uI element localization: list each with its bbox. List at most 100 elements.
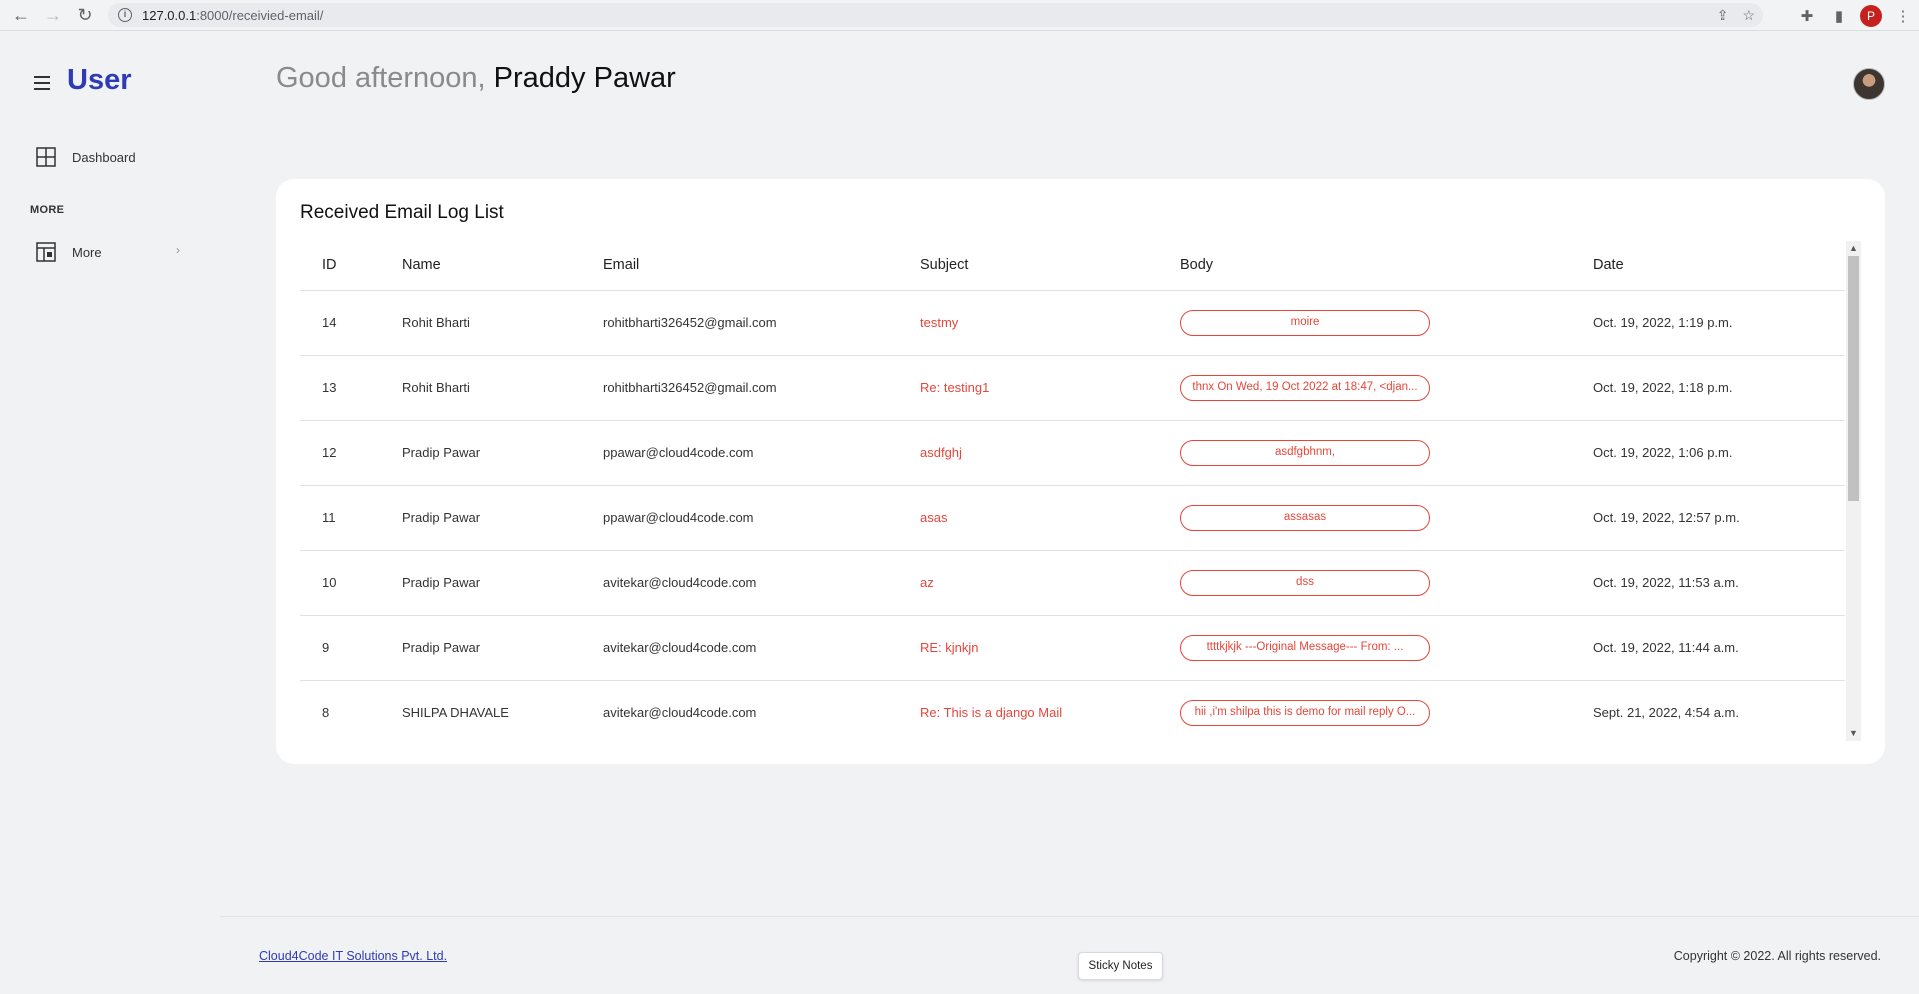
url-path: :8000/receivied-email/: [196, 7, 324, 23]
sidebar-item-dashboard[interactable]: Dashboard: [36, 147, 136, 167]
section-heading: MORE: [30, 204, 65, 216]
body-pill[interactable]: asdfgbhnm,: [1180, 439, 1430, 466]
table-row: 12 Pradip Pawar ppawar@cloud4code.com as…: [300, 420, 1845, 486]
cell-name: Pradip Pawar: [380, 615, 581, 681]
chevron-right-icon: ›: [176, 243, 180, 257]
cell-id: 14: [300, 290, 380, 356]
table-header-row: ID Name Email Subject Body Date: [300, 241, 1845, 291]
address-bar[interactable]: i 127.0.0.1:8000/receivied-email/ ⇪ ☆: [108, 3, 1763, 27]
cell-name: Pradip Pawar: [380, 420, 581, 486]
body-pill[interactable]: ttttkjkjk ---Original Message--- From: .…: [1180, 634, 1430, 661]
company-link[interactable]: Cloud4Code IT Solutions Pvt. Ltd.: [259, 949, 447, 963]
grid-icon: [36, 147, 56, 167]
table-scrollbar[interactable]: ▲ ▼: [1846, 241, 1861, 741]
table-row: 9 Pradip Pawar avitekar@cloud4code.com R…: [300, 615, 1845, 681]
back-icon[interactable]: ←: [5, 0, 37, 31]
cell-subject: asdfghj: [898, 420, 1158, 486]
copyright-text: Copyright © 2022. All rights reserved.: [1673, 949, 1881, 963]
site-info-icon[interactable]: i: [118, 8, 132, 22]
body-pill[interactable]: assasas: [1180, 504, 1430, 531]
sidebar: User Dashboard MORE More ›: [0, 31, 220, 994]
cell-name: Rohit Bharti: [380, 355, 581, 421]
sticky-notes-button[interactable]: Sticky Notes: [1078, 952, 1163, 980]
browser-toolbar: ← → ↻ i 127.0.0.1:8000/receivied-email/ …: [0, 0, 1919, 31]
cell-email: avitekar@cloud4code.com: [581, 680, 898, 741]
cell-name: Rohit Bharti: [380, 290, 581, 356]
cell-subject: Re: This is a django Mail: [898, 680, 1158, 741]
sidebar-item-label: Dashboard: [72, 149, 136, 165]
avatar[interactable]: [1853, 68, 1885, 100]
cell-date: Oct. 19, 2022, 12:57 p.m.: [1571, 485, 1845, 551]
cell-body: assasas: [1158, 485, 1571, 551]
bookmark-star-icon[interactable]: ☆: [1742, 7, 1755, 24]
hamburger-menu-icon[interactable]: [34, 76, 50, 90]
share-icon[interactable]: ⇪: [1717, 7, 1729, 24]
table-row: 11 Pradip Pawar ppawar@cloud4code.com as…: [300, 485, 1845, 551]
reload-icon[interactable]: ↻: [69, 0, 101, 31]
cell-date: Oct. 19, 2022, 1:18 p.m.: [1571, 355, 1845, 421]
cell-body: dss: [1158, 550, 1571, 616]
table-row: 13 Rohit Bharti rohitbharti326452@gmail.…: [300, 355, 1845, 421]
side-panel-icon[interactable]: ▮: [1823, 0, 1855, 31]
cell-subject: Re: testing1: [898, 355, 1158, 421]
cell-email: avitekar@cloud4code.com: [581, 615, 898, 681]
column-header-email: Email: [581, 241, 898, 291]
email-log-table: ID Name Email Subject Body Date 14 Rohit…: [300, 241, 1845, 741]
scroll-up-arrow-icon[interactable]: ▲: [1846, 241, 1861, 256]
table-row: 10 Pradip Pawar avitekar@cloud4code.com …: [300, 550, 1845, 616]
body-pill[interactable]: moire: [1180, 309, 1430, 336]
email-log-card: Received Email Log List ID Name Email Su…: [276, 179, 1885, 764]
table-row: 14 Rohit Bharti rohitbharti326452@gmail.…: [300, 290, 1845, 356]
cell-email: ppawar@cloud4code.com: [581, 420, 898, 486]
cell-subject: asas: [898, 485, 1158, 551]
cell-subject: RE: kjnkjn: [898, 615, 1158, 681]
cell-id: 9: [300, 615, 380, 681]
cell-id: 11: [300, 485, 380, 551]
body-pill[interactable]: thnx On Wed, 19 Oct 2022 at 18:47, <djan…: [1180, 374, 1430, 401]
profile-button[interactable]: P: [1855, 0, 1887, 31]
cell-name: SHILPA DHAVALE: [380, 680, 581, 741]
cell-body: moire: [1158, 290, 1571, 356]
column-header-name: Name: [380, 241, 581, 291]
cell-subject: testmy: [898, 290, 1158, 356]
cell-subject: az: [898, 550, 1158, 616]
column-header-date: Date: [1571, 241, 1845, 291]
email-log-table-container[interactable]: ID Name Email Subject Body Date 14 Rohit…: [300, 241, 1845, 741]
profile-avatar: P: [1860, 4, 1882, 27]
cell-id: 12: [300, 420, 380, 486]
forward-icon[interactable]: →: [37, 0, 69, 31]
page-greeting: Good afternoon, Praddy Pawar: [276, 62, 676, 95]
sidebar-item-more[interactable]: More: [36, 242, 102, 262]
greeting-text: Good afternoon,: [276, 62, 486, 94]
cell-name: Pradip Pawar: [380, 550, 581, 616]
cell-date: Oct. 19, 2022, 11:53 a.m.: [1571, 550, 1845, 616]
cell-date: Oct. 19, 2022, 1:06 p.m.: [1571, 420, 1845, 486]
extensions-icon[interactable]: ✚: [1791, 0, 1823, 31]
cell-id: 8: [300, 680, 380, 741]
cell-body: asdfgbhnm,: [1158, 420, 1571, 486]
column-header-body: Body: [1158, 241, 1571, 291]
user-name: Praddy Pawar: [493, 62, 676, 94]
scroll-thumb[interactable]: [1848, 256, 1859, 501]
cell-email: ppawar@cloud4code.com: [581, 485, 898, 551]
cell-name: Pradip Pawar: [380, 485, 581, 551]
table-row: 8 SHILPA DHAVALE avitekar@cloud4code.com…: [300, 680, 1845, 741]
scroll-down-arrow-icon[interactable]: ▼: [1846, 726, 1861, 741]
cell-email: rohitbharti326452@gmail.com: [581, 290, 898, 356]
cell-body: thnx On Wed, 19 Oct 2022 at 18:47, <djan…: [1158, 355, 1571, 421]
column-header-subject: Subject: [898, 241, 1158, 291]
body-pill[interactable]: hii ,i'm shilpa this is demo for mail re…: [1180, 699, 1430, 726]
card-title: Received Email Log List: [300, 202, 504, 223]
body-pill[interactable]: dss: [1180, 569, 1430, 596]
cell-date: Oct. 19, 2022, 1:19 p.m.: [1571, 290, 1845, 356]
brand-title: User: [67, 64, 132, 96]
url-host: 127.0.0.1: [142, 7, 197, 23]
cell-email: rohitbharti326452@gmail.com: [581, 355, 898, 421]
cell-id: 10: [300, 550, 380, 616]
cell-id: 13: [300, 355, 380, 421]
cell-body: ttttkjkjk ---Original Message--- From: .…: [1158, 615, 1571, 681]
kebab-menu-icon[interactable]: ⋮: [1887, 0, 1919, 31]
cell-date: Sept. 21, 2022, 4:54 a.m.: [1571, 680, 1845, 741]
sidebar-item-label: More: [72, 244, 102, 260]
column-header-id: ID: [300, 241, 380, 291]
